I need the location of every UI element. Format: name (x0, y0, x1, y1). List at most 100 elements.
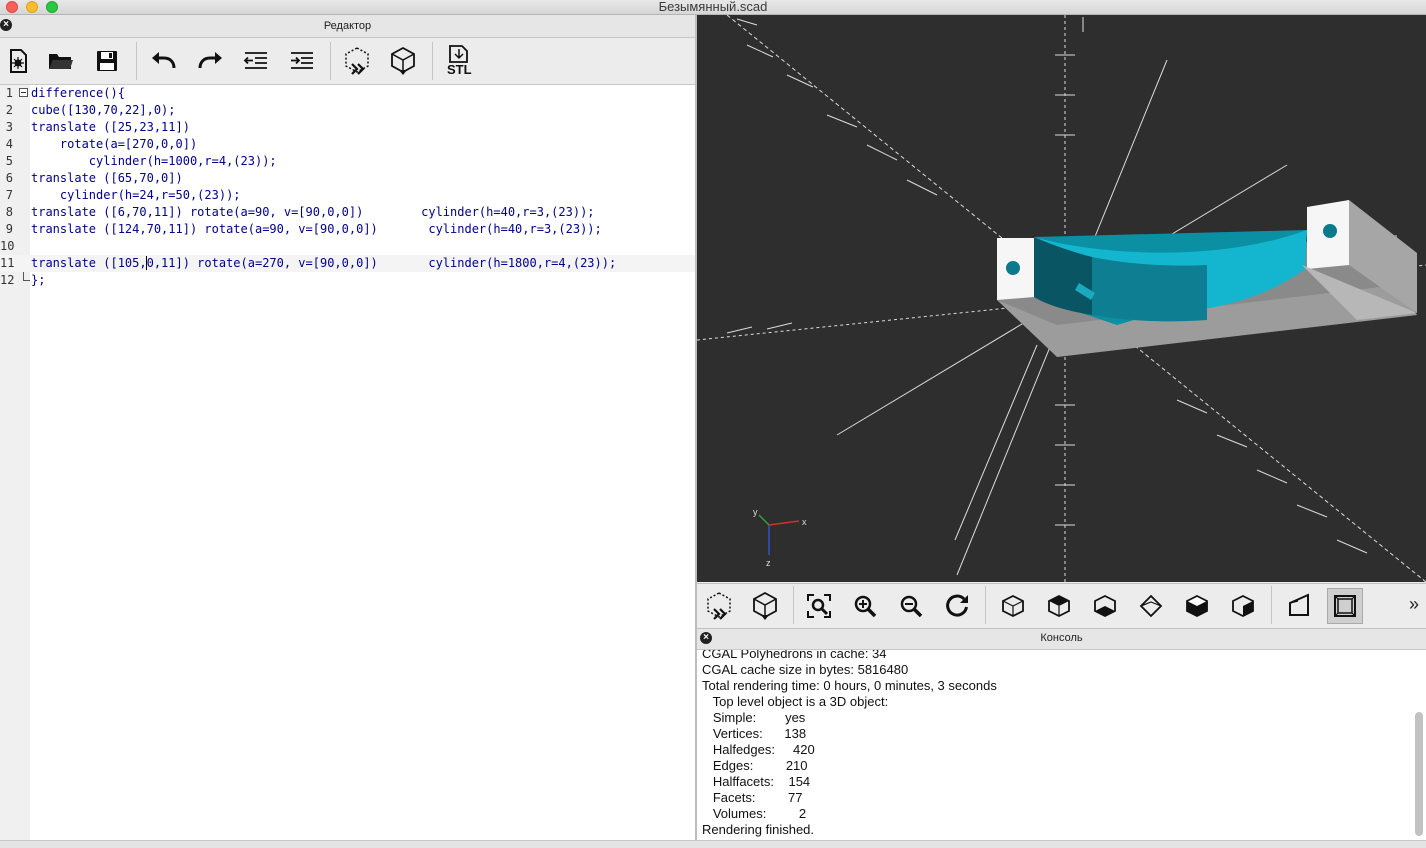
code-text[interactable]: cube([130,70,22],0); (31, 102, 176, 119)
zoom-out-icon (900, 595, 923, 618)
console-line: Edges: 210 (702, 758, 808, 773)
view-front-button[interactable] (1179, 588, 1215, 624)
code-text[interactable]: translate ([6,70,11]) rotate(a=90, v=[90… (31, 204, 595, 221)
code-text[interactable]: translate ([124,70,11]) rotate(a=90, v=[… (31, 221, 602, 238)
console-output[interactable]: CGAL Polyhedrons in cache: 34 CGAL cache … (697, 650, 1426, 840)
code-text[interactable]: difference(){ (31, 85, 125, 102)
console-line: CGAL cache size in bytes: 5816480 (702, 662, 909, 677)
undo-button[interactable] (146, 44, 182, 78)
orthogonal-button[interactable] (1327, 588, 1363, 624)
render-icon (391, 46, 415, 75)
code-text[interactable]: rotate(a=[270,0,0]) (31, 136, 197, 153)
editor-header: × Редактор (0, 15, 695, 38)
code-line[interactable]: 2 cube([130,70,22],0); (0, 102, 695, 119)
window-title: Безымянный.scad (658, 0, 768, 14)
export-stl-button[interactable]: STL (441, 44, 477, 78)
code-line[interactable]: 5 cylinder(h=1000,r=4,(23)); (0, 153, 695, 170)
view-bottom-button[interactable] (1087, 588, 1123, 624)
code-line[interactable]: 8 translate ([6,70,11]) rotate(a=90, v=[9… (0, 204, 695, 221)
code-editor[interactable]: 1 difference(){ 2 cube([130,70,22],0); 3 tran… (0, 85, 695, 840)
fold-toggle[interactable] (19, 88, 28, 97)
line-number: 7 (5, 188, 13, 202)
view-top-button[interactable] (1041, 588, 1077, 624)
zoom-in-icon (854, 595, 877, 618)
redo-button[interactable] (192, 44, 228, 78)
reset-view-button[interactable] (939, 588, 975, 624)
undo-icon (152, 52, 176, 69)
open-file-button[interactable] (43, 44, 79, 78)
toolbar-separator (793, 586, 794, 624)
toolbar-separator (1271, 586, 1272, 624)
code-text[interactable]: }; (31, 272, 45, 289)
text-caret (146, 256, 148, 270)
view-render-button[interactable] (747, 588, 783, 624)
perspective-button[interactable] (1281, 588, 1317, 624)
console-scrollbar[interactable] (1414, 650, 1424, 840)
view-all-button[interactable] (801, 588, 837, 624)
redo-icon (198, 52, 222, 69)
line-number: 2 (5, 103, 13, 117)
code-text[interactable]: translate ([65,70,0]) (31, 170, 183, 187)
code-text[interactable]: cylinder(h=24,r=50,(23)); (31, 187, 241, 204)
save-button[interactable] (89, 44, 125, 78)
open-folder-icon (49, 54, 73, 69)
axis-z-label: z (766, 558, 771, 568)
code-line[interactable]: 1 difference(){ (0, 85, 695, 102)
code-line[interactable]: 3 translate ([25,23,11]) (0, 119, 695, 136)
line-number: 1 (5, 86, 13, 100)
preview-icon (707, 592, 731, 620)
zoom-in-button[interactable] (847, 588, 883, 624)
view-right-button[interactable] (995, 588, 1031, 624)
indent-button[interactable] (284, 44, 320, 78)
line-number: 3 (5, 120, 13, 134)
orthogonal-icon (1334, 595, 1356, 617)
console-scroll-thumb[interactable] (1415, 712, 1423, 836)
console-line: Halfedges: 420 (702, 742, 815, 757)
code-line[interactable]: 6 translate ([65,70,0]) (0, 170, 695, 187)
editor-title: Редактор (323, 20, 372, 32)
viewport-scene: x y z (697, 15, 1426, 582)
code-text[interactable]: translate ([25,23,11]) (31, 119, 190, 136)
line-number: 8 (5, 205, 13, 219)
console-line: Simple: yes (702, 710, 806, 725)
code-line[interactable]: 9 translate ([124,70,11]) rotate(a=90, v=… (0, 221, 695, 238)
code-line[interactable]: 7 cylinder(h=24,r=50,(23)); (0, 187, 695, 204)
code-text[interactable]: translate ([105,0,11]) rotate(a=270, v=[… (31, 255, 616, 272)
render-icon (753, 591, 777, 620)
new-file-icon (10, 49, 27, 73)
perspective-icon (1289, 593, 1309, 616)
code-text[interactable]: cylinder(h=1000,r=4,(23)); (31, 153, 277, 170)
console-line: Top level object is a 3D object: (702, 694, 889, 709)
unindent-icon (243, 52, 267, 69)
toolbar-overflow-button[interactable]: » (1409, 594, 1419, 615)
editor-toolbar: STL (0, 38, 695, 85)
3d-viewport[interactable]: x y z (697, 15, 1426, 582)
console-title: Консоль (1040, 632, 1083, 644)
toolbar-separator (985, 586, 986, 624)
toolbar-separator (432, 42, 433, 80)
view-preview-button[interactable] (701, 588, 737, 624)
line-number: 5 (5, 154, 13, 168)
code-line[interactable]: 4 rotate(a=[270,0,0]) (0, 136, 695, 153)
code-line[interactable]: 11 translate ([105,0,11]) rotate(a=270, v… (0, 255, 695, 272)
code-line[interactable]: 10 (0, 238, 695, 255)
line-number: 12 (0, 273, 15, 287)
preview-icon (345, 47, 369, 75)
preview-button[interactable] (339, 44, 375, 78)
view-back-button[interactable] (1225, 588, 1261, 624)
view-toolbar: » (697, 583, 1426, 629)
axis-gizmo: x y z (753, 507, 807, 568)
line-number: 11 (0, 256, 15, 270)
view-bottom-icon (1094, 594, 1116, 618)
view-back-icon (1232, 594, 1254, 618)
render-button[interactable] (385, 44, 421, 78)
code-line[interactable]: 12}; (0, 272, 695, 289)
unindent-button[interactable] (238, 44, 274, 78)
zoom-out-button[interactable] (893, 588, 929, 624)
toolbar-separator (136, 42, 137, 80)
indent-icon (291, 52, 313, 69)
new-file-button[interactable] (0, 44, 36, 78)
window-titlebar: Безымянный.scad (0, 0, 1426, 15)
line-number: 9 (5, 222, 13, 236)
view-left-button[interactable] (1133, 588, 1169, 624)
